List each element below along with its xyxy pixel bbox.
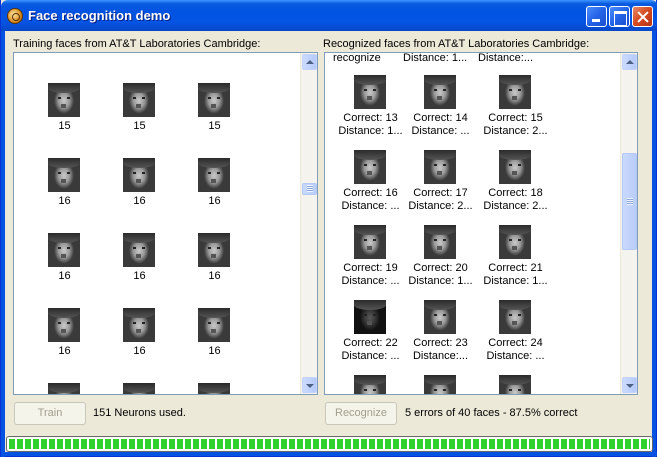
recognition-distance-label: Distance: 2...: [483, 200, 548, 212]
face-thumbnail: [48, 383, 80, 394]
face-thumbnail: [48, 308, 80, 342]
face-class-label: 15: [133, 120, 146, 132]
face-thumbnail: [354, 150, 386, 184]
face-class-label: 16: [208, 345, 221, 357]
recognized-faces-label: Recognized faces from AT&T Laboratories …: [323, 38, 590, 50]
recognition-result-label: Correct: 23: [413, 337, 468, 349]
recognition-result-label: Correct: 20: [413, 262, 468, 274]
face-thumbnail: [499, 375, 531, 394]
face-thumbnail: [354, 225, 386, 259]
face-thumbnail: [499, 300, 531, 334]
training-scrollbar[interactable]: [300, 53, 317, 394]
recognition-distance-label: Distance: ...: [486, 350, 545, 362]
face-thumbnail: [198, 83, 230, 117]
face-thumbnail: [354, 300, 386, 334]
recognized-faces-list[interactable]: recognize Distance: 1... Distance:... Corre…: [324, 52, 638, 395]
face-thumbnail: [123, 158, 155, 192]
scroll-thumb[interactable]: [302, 183, 317, 195]
training-faces-list[interactable]: 15 15 15 16 16 16 16 16 16 16 16 16: [13, 52, 318, 395]
recognition-result-label: Correct: 15: [488, 112, 543, 124]
scroll-down-arrow-icon[interactable]: [302, 377, 317, 393]
face-thumbnail: [198, 308, 230, 342]
app-window: Face recognition demo Training faces fro…: [0, 0, 657, 457]
face-thumbnail: [499, 150, 531, 184]
recognition-result-label: Correct: 24: [488, 337, 543, 349]
window-border-left: [1, 31, 5, 457]
face-thumbnail: [48, 83, 80, 117]
face-thumbnail: [424, 375, 456, 394]
face-thumbnail: [123, 383, 155, 394]
progress-fill: [9, 439, 650, 449]
face-class-label: 16: [208, 270, 221, 282]
face-class-label: 16: [208, 195, 221, 207]
window-border-bottom: [1, 452, 657, 456]
face-thumbnail: [198, 233, 230, 267]
recognition-caption-partial: Distance: 1...: [403, 52, 468, 64]
window-border-right: [652, 31, 656, 457]
window-title: Face recognition demo: [28, 8, 171, 23]
recognition-distance-label: Distance:...: [412, 350, 469, 362]
recognition-result-label: Correct: 18: [488, 187, 543, 199]
recognition-result-label: Correct: 13: [343, 112, 398, 124]
recognition-distance-label: Distance: 2...: [483, 125, 548, 137]
face-class-label: 16: [133, 195, 146, 207]
recognition-distance-label: Distance: ...: [341, 200, 400, 212]
scroll-down-arrow-icon[interactable]: [622, 377, 637, 393]
recognition-distance-label: Distance: ...: [341, 275, 400, 287]
face-thumbnail: [48, 233, 80, 267]
face-thumbnail: [123, 233, 155, 267]
face-thumbnail: [198, 158, 230, 192]
recognition-distance-label: Distance: 2...: [408, 200, 473, 212]
face-thumbnail: [424, 150, 456, 184]
face-class-label: 16: [58, 345, 71, 357]
recognition-result-label: Correct: 14: [413, 112, 468, 124]
face-thumbnail: [198, 383, 230, 394]
training-faces-label: Training faces from AT&T Laboratories Ca…: [13, 38, 261, 50]
recognize-status: 5 errors of 40 faces - 87.5% correct: [405, 407, 578, 419]
recognition-distance-label: Distance: ...: [411, 125, 470, 137]
recognition-distance-label: Distance: 1...: [483, 275, 548, 287]
recognition-result-label: Correct: 22: [343, 337, 398, 349]
title-bar[interactable]: Face recognition demo: [1, 0, 657, 31]
scroll-up-arrow-icon[interactable]: [302, 54, 317, 70]
face-thumbnail: [499, 225, 531, 259]
face-thumbnail: [354, 375, 386, 394]
face-thumbnail: [48, 158, 80, 192]
face-class-label: 16: [58, 270, 71, 282]
face-thumbnail: [424, 75, 456, 109]
face-class-label: 15: [58, 120, 71, 132]
face-thumbnail: [424, 300, 456, 334]
recognition-result-label: Correct: 16: [343, 187, 398, 199]
minimize-button[interactable]: [586, 6, 607, 27]
recognition-result-label: Correct: 17: [413, 187, 468, 199]
recognition-distance-label: Distance: ...: [341, 350, 400, 362]
face-class-label: 15: [208, 120, 221, 132]
progress-bar: [6, 436, 653, 452]
recognition-result-label: Correct: 19: [343, 262, 398, 274]
face-thumbnail: [354, 75, 386, 109]
face-thumbnail: [123, 83, 155, 117]
close-button[interactable]: [632, 6, 653, 27]
recognize-button[interactable]: Recognize: [325, 402, 397, 425]
face-class-label: 16: [58, 195, 71, 207]
recognized-scrollbar[interactable]: [620, 53, 637, 394]
train-button[interactable]: Train: [14, 402, 86, 425]
scroll-up-arrow-icon[interactable]: [622, 54, 637, 70]
maximize-button[interactable]: [609, 6, 630, 27]
recognition-distance-label: Distance: 1...: [408, 275, 473, 287]
recognition-distance-label: Distance: 1...: [338, 125, 403, 137]
face-thumbnail: [123, 308, 155, 342]
recognition-caption-partial: recognize: [333, 52, 381, 64]
recognition-caption-partial: Distance:...: [478, 52, 534, 64]
scroll-thumb[interactable]: [622, 153, 637, 250]
face-thumbnail: [499, 75, 531, 109]
recognition-result-label: Correct: 21: [488, 262, 543, 274]
app-icon[interactable]: [7, 8, 23, 24]
face-thumbnail: [424, 225, 456, 259]
face-class-label: 16: [133, 270, 146, 282]
face-class-label: 16: [133, 345, 146, 357]
train-status: 151 Neurons used.: [93, 407, 186, 419]
